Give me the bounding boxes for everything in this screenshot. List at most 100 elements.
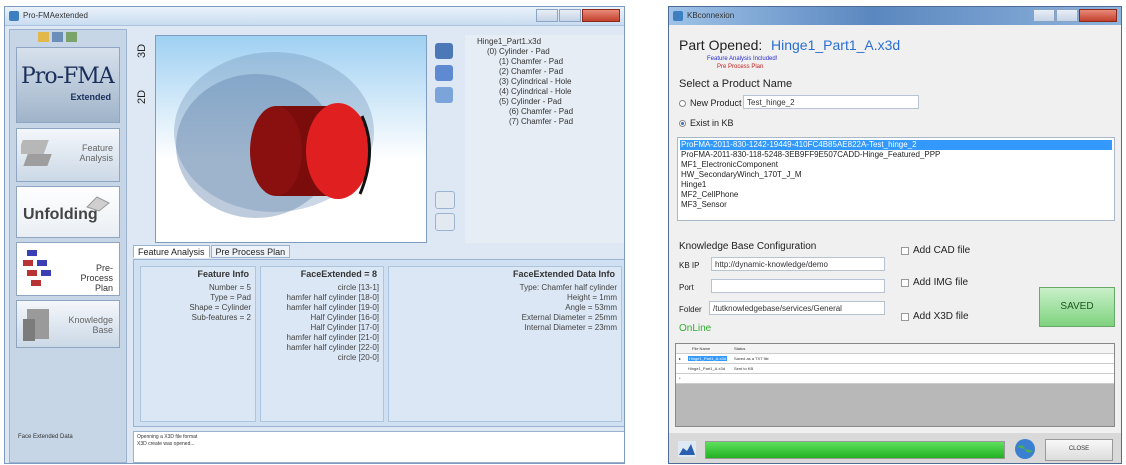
- tree-node[interactable]: (3) Cylindrical - Hole: [499, 77, 571, 86]
- tool-button-2[interactable]: [435, 213, 455, 231]
- grid-cell-file[interactable]: Hinge1_Part1_A.x3d: [688, 356, 727, 361]
- sidebar-toolbar: [38, 32, 77, 42]
- pan-icon[interactable]: [435, 65, 453, 81]
- exist-in-kb-radio[interactable]: [679, 120, 686, 127]
- save-icon[interactable]: [52, 32, 63, 42]
- kb-product-item[interactable]: ProFMA-2011-830-118-5248-3EB9FF9E507CADD…: [680, 150, 1112, 160]
- face-extended-line[interactable]: hamfer half cylinder [19-0]: [287, 303, 380, 312]
- grid-new-row[interactable]: *: [676, 374, 1114, 384]
- minimize-button[interactable]: [1033, 9, 1055, 22]
- tab-pre-process-plan[interactable]: Pre Process Plan: [210, 245, 291, 258]
- face-data-column: FaceExtended Data Info Type: Chamfer hal…: [388, 266, 622, 422]
- kb-product-item[interactable]: HW_SecondaryWinch_170T_J_M: [680, 170, 1112, 180]
- grid-cell-status[interactable]: Saved as a TXT file: [734, 356, 769, 361]
- pre-process-plan-button[interactable]: Pre-Process Plan: [16, 242, 120, 296]
- kb-product-item[interactable]: Hinge1: [680, 180, 1112, 190]
- sidebar: Pro-FMA Extended Feature Analysis Unfold…: [9, 29, 127, 463]
- kb-product-item[interactable]: MF1_ElectronicComponent: [680, 160, 1112, 170]
- face-extended-line[interactable]: hamfer half cylinder [22-0]: [287, 343, 380, 352]
- kb-app-icon: [673, 11, 683, 21]
- add-cad-label: Add CAD file: [913, 245, 971, 256]
- tool-button-1[interactable]: [435, 191, 455, 209]
- tree-node[interactable]: (1) Chamfer - Pad: [499, 57, 563, 66]
- log-line: X3D create was opened...: [137, 441, 195, 447]
- kb-product-item[interactable]: MF2_CellPhone: [680, 190, 1112, 200]
- kb-product-list[interactable]: ProFMA-2011-830-1242-19449-410FC4B85AE82…: [677, 137, 1115, 221]
- right-window-title: KBconnexion: [687, 11, 735, 20]
- port-input[interactable]: [711, 279, 885, 293]
- settings-icon[interactable]: [66, 32, 77, 42]
- tree-node[interactable]: (7) Chamfer - Pad: [509, 117, 573, 126]
- feature-analysis-button[interactable]: Feature Analysis: [16, 128, 120, 182]
- knowledge-base-button[interactable]: Knowledge Base: [16, 300, 120, 348]
- add-img-checkbox[interactable]: [901, 279, 909, 287]
- file-status-grid: File Name Status ▸ Hinge1_Part1_A.x3d Sa…: [675, 343, 1115, 427]
- feature-info-column: Feature Info Number = 5 Type = Pad Shape…: [140, 266, 256, 422]
- face-data-line: External Diameter = 25mm: [521, 313, 617, 322]
- pro-fma-window: Pro-FMAextended Pro-FMA Extended Feature…: [4, 6, 625, 464]
- face-data-line: Type: Chamfer half cylinder: [519, 283, 617, 292]
- tab-3d[interactable]: 3D: [133, 37, 151, 67]
- saved-button[interactable]: SAVED: [1039, 287, 1115, 327]
- close-button[interactable]: CLOSE: [1045, 439, 1113, 461]
- folder-input[interactable]: /tutknowledgebase/services/General: [709, 301, 885, 315]
- folder-label: Folder: [679, 305, 702, 314]
- tree-node[interactable]: (5) Cylinder - Pad: [499, 97, 562, 106]
- face-extended-column: FaceExtended = 8 circle [13-1] hamfer ha…: [260, 266, 384, 422]
- logo-panel: Pro-FMA Extended: [16, 47, 120, 123]
- face-extended-line[interactable]: hamfer half cylinder [18-0]: [287, 293, 380, 302]
- grid-cell-file[interactable]: Hinge1_Part1_A.x3d: [688, 366, 725, 371]
- minimize-button[interactable]: [536, 9, 558, 22]
- right-titlebar: KBconnexion: [669, 7, 1121, 26]
- face-data-line: Angle = 53mm: [565, 303, 617, 312]
- grid-row[interactable]: Hinge1_Part1_A.x3d Sent to KB: [676, 364, 1114, 374]
- bottom-bar: CLOSE: [669, 433, 1121, 463]
- face-extended-line[interactable]: Half Cylinder [16-0]: [311, 313, 379, 322]
- add-x3d-checkbox[interactable]: [901, 313, 909, 321]
- new-product-input[interactable]: Test_hinge_2: [743, 95, 919, 109]
- face-extended-header: FaceExtended = 8: [300, 269, 377, 279]
- feature-info-line: Sub-features = 2: [191, 313, 251, 322]
- kb-form: Part Opened: Hinge1_Part1_A.x3d Feature …: [669, 25, 1121, 463]
- feature-info-line: Number = 5: [208, 283, 251, 292]
- face-extended-line[interactable]: Half Cylinder [17-0]: [311, 323, 379, 332]
- rotate-icon[interactable]: [435, 43, 453, 59]
- maximize-button[interactable]: [1056, 9, 1078, 22]
- row-indicator-icon: ▸: [679, 356, 682, 361]
- app-icon: [9, 11, 19, 21]
- kb-ip-input[interactable]: http://dynamic-knowledge/demo: [711, 257, 885, 271]
- tree-node[interactable]: (0) Cylinder - Pad: [487, 47, 550, 56]
- new-product-radio[interactable]: [679, 100, 686, 107]
- add-cad-checkbox[interactable]: [901, 247, 909, 255]
- pre-process-note: Pre Process Plan: [717, 64, 764, 70]
- face-extended-line[interactable]: circle [13-1]: [338, 283, 379, 292]
- open-folder-icon[interactable]: [38, 32, 49, 42]
- select-product-label: Select a Product Name: [679, 78, 793, 90]
- tree-node[interactable]: (4) Cylindrical - Hole: [499, 87, 571, 96]
- info-tabs: Feature Analysis Pre Process Plan: [133, 245, 291, 258]
- face-extended-line[interactable]: hamfer half cylinder [21-0]: [287, 333, 380, 342]
- pre-process-plan-label: Pre-Process Plan: [80, 263, 113, 293]
- grid-cell-status[interactable]: Sent to KB: [734, 366, 753, 371]
- maximize-button[interactable]: [559, 9, 581, 22]
- 3d-viewport[interactable]: [155, 35, 427, 243]
- close-window-button[interactable]: [1079, 9, 1117, 22]
- kb-product-item[interactable]: ProFMA-2011-830-1242-19449-410FC4B85AE82…: [680, 140, 1112, 150]
- tab-feature-analysis[interactable]: Feature Analysis: [133, 245, 210, 258]
- feature-analysis-note: Feature Analysis Included!: [707, 56, 778, 62]
- tree-root[interactable]: Hinge1_Part1.x3d: [477, 37, 541, 46]
- tree-node[interactable]: (6) Chamfer - Pad: [509, 107, 573, 116]
- unfolding-icon: [86, 196, 110, 212]
- database-icon: [23, 309, 49, 341]
- exist-in-kb-label: Exist in KB: [690, 118, 734, 128]
- face-extended-line[interactable]: circle [20-0]: [338, 353, 379, 362]
- tab-2d-label: 2D: [136, 89, 148, 105]
- close-window-button[interactable]: [582, 9, 620, 22]
- tree-node[interactable]: (2) Chamfer - Pad: [499, 67, 563, 76]
- kb-product-item[interactable]: MF3_Sensor: [680, 200, 1112, 210]
- zoom-icon[interactable]: [435, 87, 453, 103]
- new-row-icon: *: [679, 376, 681, 381]
- grid-row[interactable]: ▸ Hinge1_Part1_A.x3d Saved as a TXT file: [676, 354, 1114, 364]
- unfolding-button[interactable]: Unfolding: [16, 186, 120, 238]
- tab-2d[interactable]: 2D: [133, 83, 151, 113]
